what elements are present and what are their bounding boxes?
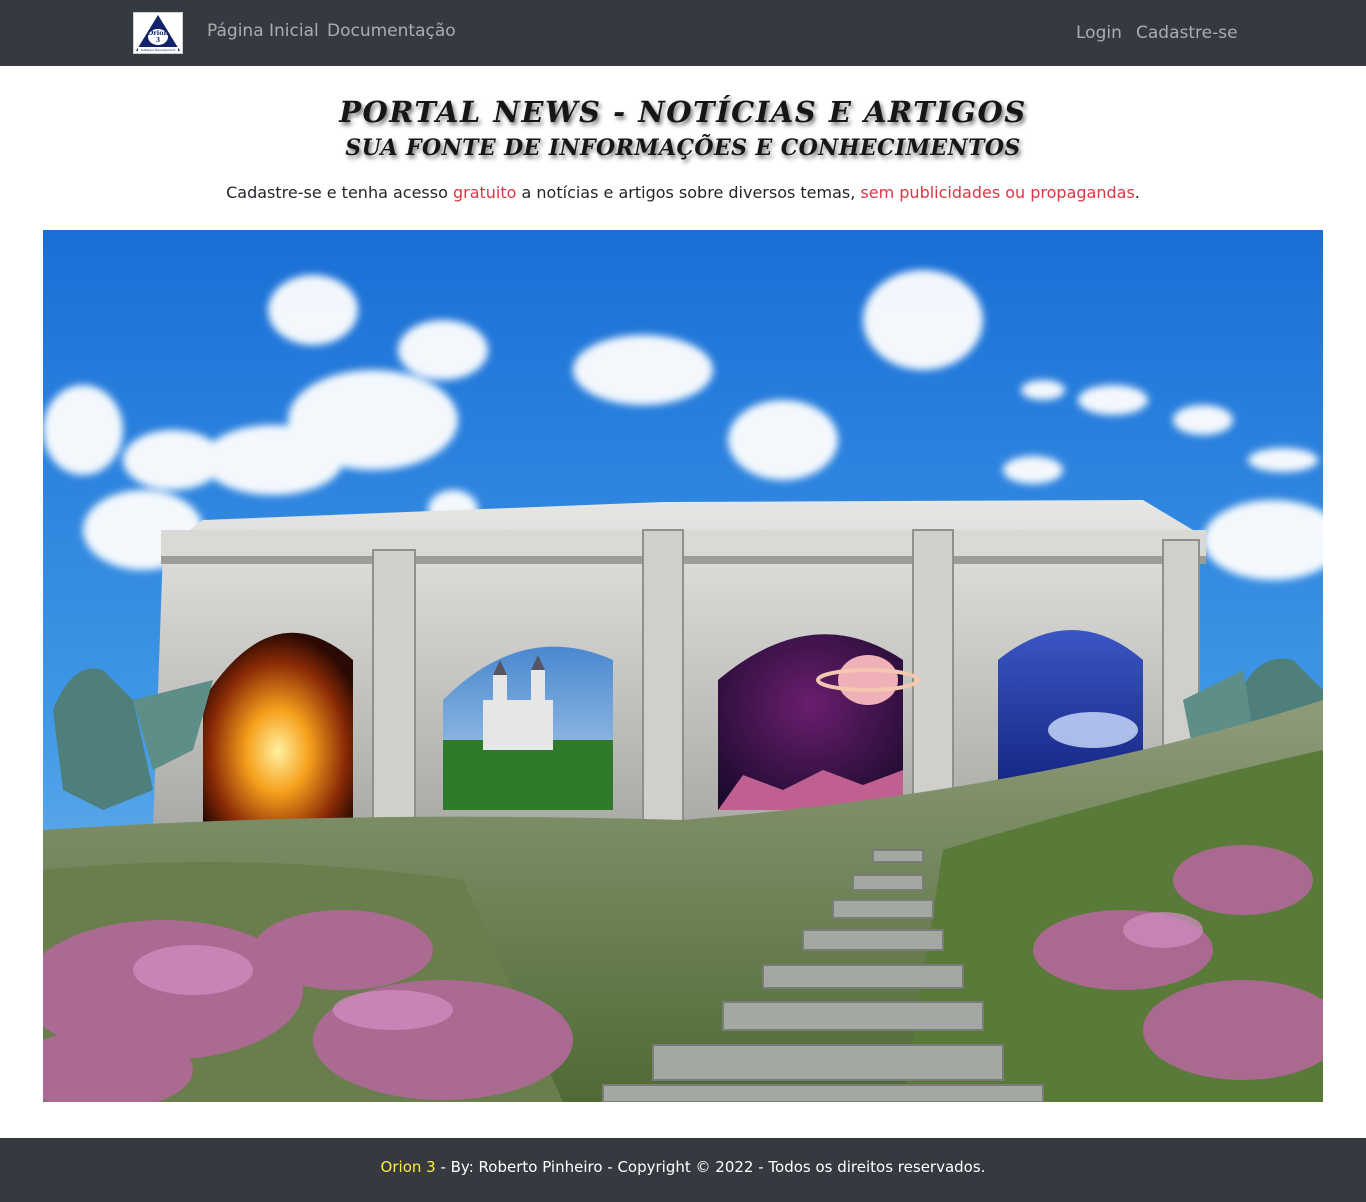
footer-copyright: - By: Roberto Pinheiro - Copyright © 202… xyxy=(435,1158,986,1176)
footer-text: Orion 3 - By: Roberto Pinheiro - Copyrig… xyxy=(0,1155,1366,1179)
lead-highlight-free: gratuito xyxy=(452,183,517,202)
login-link[interactable]: Login xyxy=(1076,21,1122,45)
page-footer: Orion 3 - By: Roberto Pinheiro - Copyrig… xyxy=(0,1138,1366,1202)
nav-link-home[interactable]: Página Inicial xyxy=(207,19,319,43)
logo-subtext: 3 xyxy=(156,37,160,44)
signup-link[interactable]: Cadastre-se xyxy=(1136,21,1238,45)
page-title: PORTAL NEWS - NOTÍCIAS E ARTIGOS xyxy=(339,95,1027,129)
page-subtitle: SUA FONTE DE INFORMAÇÕES E CONHECIMENTOS xyxy=(345,135,1021,161)
lead-highlight-no-ads: sem publicidades ou propagandas xyxy=(860,183,1135,202)
logo-text: Orion xyxy=(148,29,169,37)
lead-part-3: . xyxy=(1134,183,1140,202)
lead-part-2: a notícias e artigos sobre diversos tema… xyxy=(516,183,861,202)
lead-part-1: Cadastre-se e tenha acesso xyxy=(226,183,453,202)
nav-link-documentation[interactable]: Documentação xyxy=(327,19,456,43)
hero-image xyxy=(43,230,1323,1102)
orion-logo-icon: Orion 3 Software Development xyxy=(136,15,180,52)
logo-tagline: Software Development xyxy=(141,48,176,52)
lead-text: Cadastre-se e tenha acesso gratuito a no… xyxy=(0,181,1366,205)
footer-brand: Orion 3 xyxy=(380,1158,436,1176)
top-navbar: Orion 3 Software Development Página Inic… xyxy=(0,0,1366,66)
brand-logo[interactable]: Orion 3 Software Development xyxy=(133,12,183,54)
